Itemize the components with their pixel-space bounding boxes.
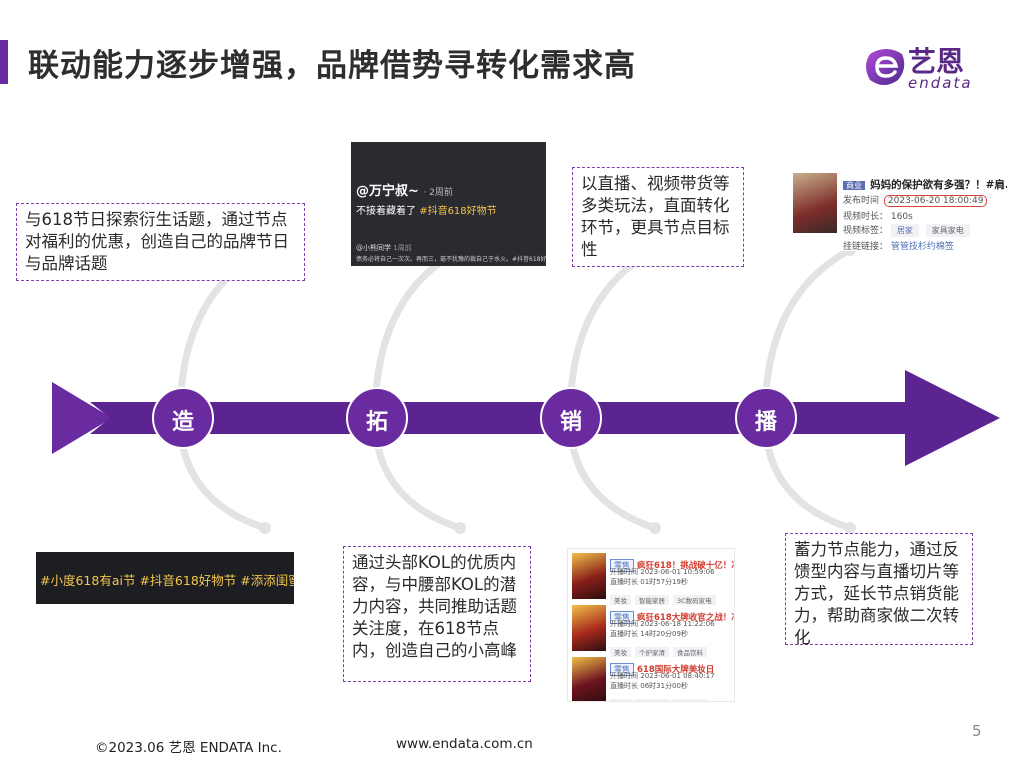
publish-label: 发布时间	[843, 196, 880, 206]
live-thumbnail	[572, 605, 606, 651]
note-zao: 与618节日探索衍生话题，通过节点对福利的优惠，创造自己的品牌节日与品牌话题	[16, 203, 305, 281]
duration-value: 160s	[890, 212, 913, 222]
commerce-title-row: 商业 妈妈的保护欲有多强？！#肩...	[843, 173, 1007, 192]
live-session-card: 零售 疯狂618！挑战破十亿！冲 开播时间 2023-06-01 10:59:06 直…	[572, 553, 734, 605]
footer-url: www.endata.com.cn	[396, 736, 533, 752]
live-start-value: 2023-06-18 11:22:06	[640, 620, 715, 628]
live-session-card: 零售 618国际大牌美妆日 开播时间 2023-06-01 08:40:17 直播时长…	[572, 657, 732, 701]
video-sub-author-row: @小熊同学 1周前	[356, 243, 412, 253]
live-duration-value: 06时31分00秒	[640, 682, 688, 690]
live-session-list: 零售 疯狂618！挑战破十亿！冲 开播时间 2023-06-01 10:59:06 直…	[567, 548, 735, 702]
note-xiao: 以直播、视频带货等多类玩法，直面转化环节，更具节点目标性	[572, 167, 744, 267]
live-start-row: 开播时间 2023-06-01 08:40:17	[610, 671, 715, 681]
commerce-title: 妈妈的保护欲有多强？！#肩...	[870, 179, 1007, 191]
live-duration-value: 14时20分09秒	[640, 630, 688, 638]
video-sub-author: @小熊同学	[356, 244, 391, 252]
video-sub-time: 1周前	[393, 244, 412, 252]
live-session-card: 零售 疯狂618大牌收官之战！冲 开播时间 2023-06-18 11:22:06 直…	[572, 605, 734, 657]
wanning-video-screenshot: @万宁叔~ · 2周前 不接着藏着了 #抖音618好物节 @小熊同学 1周前 债…	[351, 142, 546, 266]
live-start-row: 开播时间 2023-06-01 10:59:06	[610, 567, 715, 577]
live-duration-label: 直播时长	[610, 682, 638, 690]
note-bo: 蓄力节点能力，通过反馈型内容与直播切片等方式，延长节点销货能力，帮助商家做二次转…	[785, 533, 973, 647]
hashtag-strip-screenshot: #小度618有ai节 #抖音618好物节 #添添闺蜜机	[36, 552, 294, 604]
stage-label-xiao: 销	[559, 410, 582, 435]
live-start-row: 开播时间 2023-06-18 11:22:06	[610, 619, 715, 629]
live-duration-label: 直播时长	[610, 578, 638, 586]
curve-bo	[761, 246, 852, 532]
hashtag-strip-text: #小度618有ai节 #抖音618好物节 #添添闺蜜机	[40, 573, 294, 588]
video-tag-1: 家具家电	[925, 224, 970, 237]
video-caption-hashtag: #抖音618好物节	[419, 206, 497, 217]
live-duration-row: 直播时长 14时20分09秒	[610, 629, 688, 639]
live-duration-label: 直播时长	[610, 630, 638, 638]
live-category: 美妆	[610, 647, 631, 657]
live-duration-value: 01时57分19秒	[640, 578, 688, 586]
live-category-row: 美妆 个护家清 虚拟充值	[610, 692, 711, 701]
footer-copyright: ©2023.06 艺恩 ENDATA Inc.	[95, 740, 282, 756]
live-category: 美妆	[610, 595, 631, 605]
live-category: 智能家居	[635, 595, 669, 605]
commerce-duration-row: 视频时长： 160s	[843, 212, 913, 222]
video-author: @万宁叔~	[356, 184, 419, 199]
link-value: 管管技杉约棉签	[890, 242, 954, 251]
live-category: 3C数码家电	[673, 595, 716, 605]
video-time: · 2周前	[423, 188, 453, 198]
duration-label: 视频时长	[843, 212, 880, 222]
commerce-publish-row: 发布时间 2023-06-20 18:00:49	[843, 193, 988, 207]
live-start-label: 开播时间	[610, 672, 638, 680]
page-number: 5	[972, 722, 982, 740]
live-duration-row: 直播时长 01时57分19秒	[610, 577, 688, 587]
live-start-value: 2023-06-01 08:40:17	[640, 672, 715, 680]
stage-label-tuo: 拓	[365, 410, 388, 435]
curve-xiao	[566, 246, 657, 532]
video-caption: 不接着藏着了 #抖音618好物节	[356, 202, 497, 217]
link-label: 挂链链接	[843, 242, 880, 251]
live-start-label: 开播时间	[610, 620, 638, 628]
connector-curves	[176, 246, 852, 532]
video-sub-text: 债务必将自己一次次。再而三，毫不犹豫的裁自己于水火。#抖音618好物节	[356, 256, 546, 263]
live-category: 美妆	[610, 699, 631, 701]
video-thumbnail	[793, 173, 837, 233]
live-start-label: 开播时间	[610, 568, 638, 576]
live-thumbnail	[572, 657, 606, 701]
live-thumbnail	[572, 553, 606, 599]
commerce-video-screenshot: 商业 妈妈的保护欲有多强？！#肩... 发布时间 2023-06-20 18:0…	[793, 167, 1007, 251]
commerce-tag: 商业	[843, 181, 865, 190]
video-tag-0: 居家	[890, 224, 919, 237]
live-category: 个护家清	[635, 699, 669, 701]
live-duration-row: 直播时长 06时31分00秒	[610, 681, 688, 691]
live-category: 食品饮料	[673, 647, 707, 657]
video-tags-label: 视频标签	[843, 226, 880, 236]
live-category: 虚拟充值	[673, 699, 707, 701]
note-tuo: 通过头部KOL的优质内容，与中腰部KOL的潜力内容，共同推助话题关注度，在618…	[343, 546, 531, 682]
stage-label-bo: 播	[754, 410, 777, 435]
commerce-link-row: 挂链链接： 管管技杉约棉签	[843, 242, 954, 251]
arrow-tail	[52, 382, 112, 454]
publish-value-highlight: 2023-06-20 18:00:49	[883, 195, 988, 207]
live-start-value: 2023-06-01 10:59:06	[640, 568, 715, 576]
live-category: 个护家清	[635, 647, 669, 657]
commerce-tags-row: 视频标签： 居家 家具家电	[843, 223, 974, 237]
video-author-row: @万宁叔~ · 2周前	[356, 180, 453, 199]
video-caption-text: 不接着藏着了	[356, 206, 416, 217]
stage-label-zao: 造	[171, 410, 194, 435]
